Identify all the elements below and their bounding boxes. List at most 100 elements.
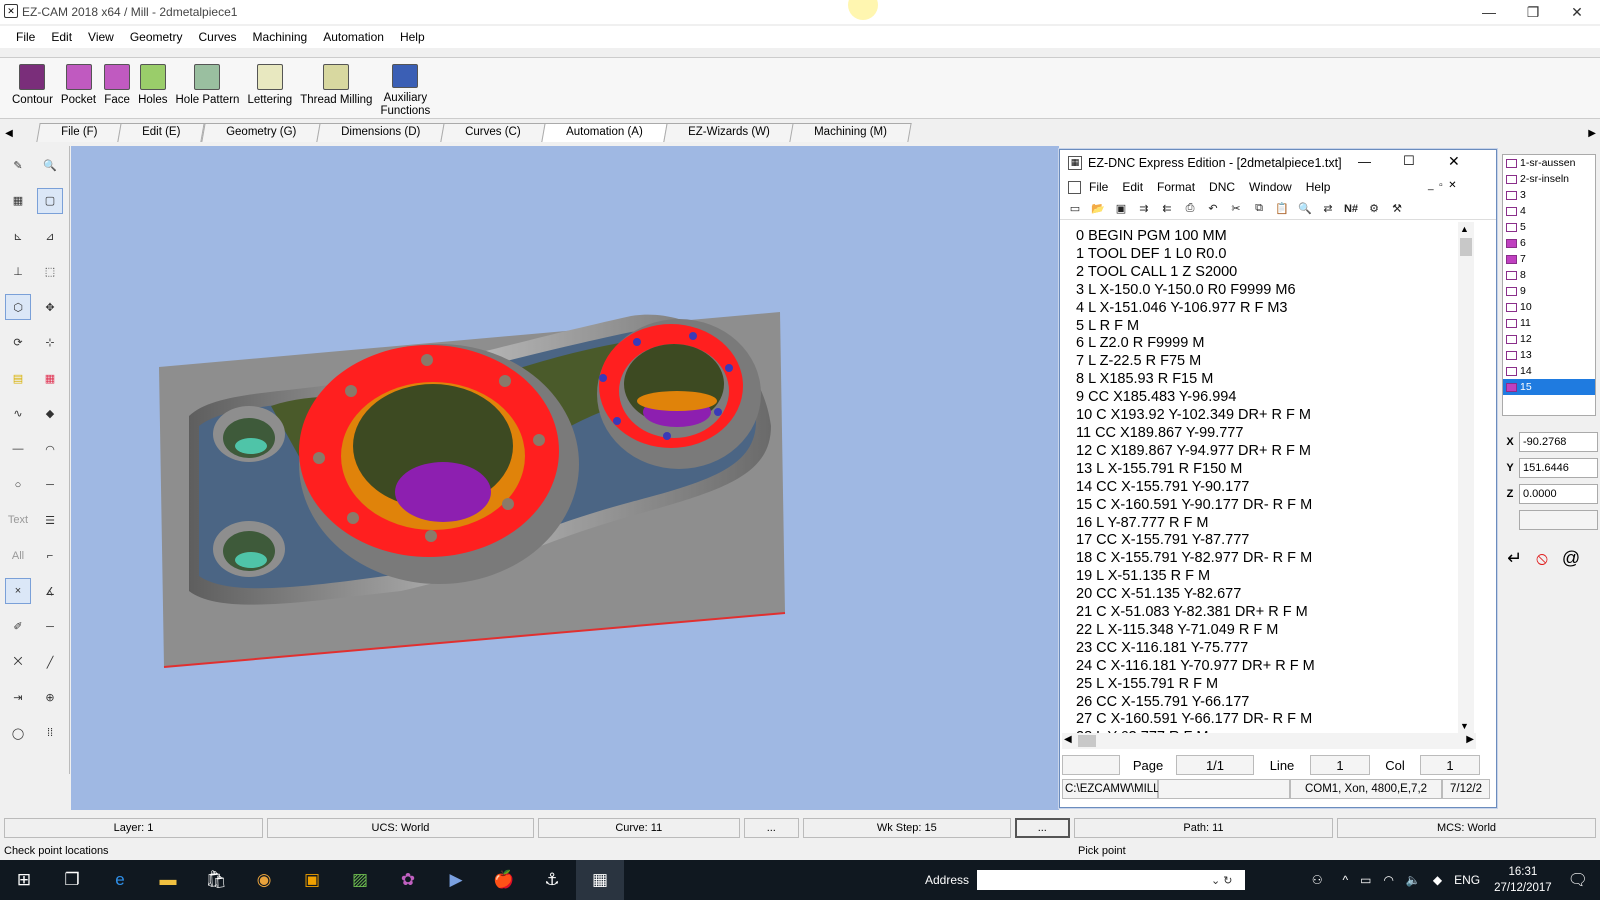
copy-icon[interactable]: ⧉ bbox=[1250, 201, 1268, 217]
tab-dimensions[interactable]: Dimensions (D) bbox=[316, 123, 445, 142]
undo-icon[interactable]: ↶ bbox=[1204, 201, 1222, 217]
solid-box-icon[interactable]: ⬡ bbox=[5, 294, 31, 320]
close-button[interactable]: ✕ bbox=[1554, 0, 1600, 24]
code-line[interactable]: 22 L X-115.348 Y-71.049 R F M bbox=[1076, 622, 1472, 640]
layer-item[interactable]: 1-sr-aussen bbox=[1503, 155, 1595, 171]
layer-item[interactable]: 14 bbox=[1503, 363, 1595, 379]
code-line[interactable]: 8 L X185.93 R F15 M bbox=[1076, 371, 1472, 389]
dnc-menu-edit[interactable]: Edit bbox=[1122, 180, 1143, 194]
dnc-menu-dnc[interactable]: DNC bbox=[1209, 180, 1235, 194]
ribbon-pocket-button[interactable]: Pocket bbox=[61, 58, 96, 118]
hline-icon[interactable]: ─ bbox=[37, 614, 63, 640]
layers-icon[interactable]: ▤ bbox=[5, 365, 31, 391]
layer-item[interactable]: 4 bbox=[1503, 203, 1595, 219]
menu-view[interactable]: View bbox=[80, 30, 122, 44]
code-line[interactable]: 13 L X-155.791 R F150 M bbox=[1076, 461, 1472, 479]
chrome-icon[interactable]: ◉ bbox=[240, 860, 288, 900]
view-frame-icon[interactable]: ▢ bbox=[37, 187, 63, 214]
all-icon[interactable]: All bbox=[5, 543, 31, 569]
layer-item[interactable]: 9 bbox=[1503, 283, 1595, 299]
code-line[interactable]: 25 L X-155.791 R F M bbox=[1076, 676, 1472, 694]
code-line[interactable]: 14 CC X-155.791 Y-90.177 bbox=[1076, 479, 1472, 497]
status-wkstep-more-button[interactable]: ... bbox=[1014, 818, 1070, 838]
arc-icon[interactable]: ◠ bbox=[37, 436, 63, 462]
code-horizontal-scrollbar[interactable]: ◀ ▶ bbox=[1062, 733, 1476, 749]
scroll-left-icon[interactable]: ◀ bbox=[1064, 734, 1072, 745]
code-line[interactable]: 7 L Z-22.5 R F75 M bbox=[1076, 353, 1472, 371]
code-line[interactable]: 3 L X-150.0 Y-150.0 R0 F9999 M6 bbox=[1076, 282, 1472, 300]
code-line[interactable]: 5 L R F M bbox=[1076, 318, 1472, 336]
menu-edit[interactable]: Edit bbox=[43, 30, 80, 44]
paste-icon[interactable]: 📋 bbox=[1273, 201, 1291, 217]
code-line[interactable]: 10 C X193.92 Y-102.349 DR+ R F M bbox=[1076, 407, 1472, 425]
tab-machining[interactable]: Machining (M) bbox=[789, 123, 912, 142]
tab-ez-wizards[interactable]: EZ-Wizards (W) bbox=[662, 123, 795, 142]
receive-icon[interactable]: ⇇ bbox=[1158, 201, 1176, 217]
layer-item[interactable]: 7 bbox=[1503, 251, 1595, 267]
circle-plus-icon[interactable]: ⊕ bbox=[37, 685, 63, 711]
code-line[interactable]: 27 C X-160.591 Y-66.177 DR- R F M bbox=[1076, 711, 1472, 729]
save-icon[interactable]: ▣ bbox=[1112, 201, 1130, 217]
code-line[interactable]: 26 CC X-155.791 Y-66.177 bbox=[1076, 694, 1472, 712]
code-line[interactable]: 20 CC X-51.135 Y-82.677 bbox=[1076, 586, 1472, 604]
text-tool-icon[interactable]: Text bbox=[5, 507, 31, 533]
replace-icon[interactable]: ⇄ bbox=[1319, 201, 1337, 217]
menu-geometry[interactable]: Geometry bbox=[122, 30, 191, 44]
scroll-right-icon[interactable]: ▶ bbox=[1466, 734, 1474, 745]
mesh-icon[interactable]: ⬚ bbox=[37, 259, 63, 285]
ribbon-contour-button[interactable]: Contour bbox=[12, 58, 53, 118]
dnc-menu-help[interactable]: Help bbox=[1306, 180, 1331, 194]
layer-item[interactable]: 12 bbox=[1503, 331, 1595, 347]
start-icon[interactable]: ⊞ bbox=[0, 860, 48, 900]
cut-icon[interactable]: ✂ bbox=[1227, 201, 1245, 217]
battery-icon[interactable]: ▭ bbox=[1360, 873, 1371, 887]
circle-icon[interactable]: ○ bbox=[5, 472, 31, 498]
axis-z-icon[interactable]: ⊿ bbox=[37, 223, 63, 249]
pen-icon[interactable]: ✐ bbox=[5, 614, 31, 640]
fill-icon[interactable]: ◆ bbox=[37, 401, 63, 427]
outlook-icon[interactable]: ▣ bbox=[288, 860, 336, 900]
dnc-maximize-button[interactable]: ☐ bbox=[1403, 153, 1415, 169]
minimize-button[interactable]: — bbox=[1466, 0, 1512, 24]
y-coord-field[interactable]: 151.6446 bbox=[1519, 458, 1598, 478]
people-icon[interactable]: ⚇ bbox=[1312, 873, 1323, 887]
spline-icon[interactable]: ∿ bbox=[5, 401, 31, 427]
code-line[interactable]: 23 CC X-116.181 Y-75.777 bbox=[1076, 640, 1472, 658]
scroll-up-icon[interactable]: ▲ bbox=[1460, 224, 1469, 234]
menu-automation[interactable]: Automation bbox=[315, 30, 392, 44]
line-icon[interactable]: — bbox=[5, 436, 31, 462]
wifi-icon[interactable]: ◠ bbox=[1383, 873, 1393, 887]
ribbon-auxiliary-functions-button[interactable]: Auxiliary Functions bbox=[380, 58, 430, 118]
3d-viewport[interactable] bbox=[71, 146, 1059, 810]
code-line[interactable]: 12 C X189.867 Y-94.977 DR+ R F M bbox=[1076, 443, 1472, 461]
code-line[interactable]: 11 CC X189.867 Y-99.777 bbox=[1076, 425, 1472, 443]
tab-edit[interactable]: Edit (E) bbox=[117, 123, 206, 142]
code-line[interactable]: 9 CC X185.483 Y-96.994 bbox=[1076, 389, 1472, 407]
layer-item[interactable]: 3 bbox=[1503, 187, 1595, 203]
trim-icon[interactable]: ⨉ bbox=[5, 649, 31, 675]
renumber-icon[interactable]: N# bbox=[1342, 201, 1360, 217]
code-line[interactable]: 21 C X-51.083 Y-82.381 DR+ R F M bbox=[1076, 604, 1472, 622]
code-line[interactable]: 18 C X-155.791 Y-82.977 DR- R F M bbox=[1076, 550, 1472, 568]
settings-icon[interactable]: ⚙ bbox=[1365, 201, 1383, 217]
angle-icon[interactable]: ∡ bbox=[37, 578, 63, 604]
tray-expand-icon[interactable]: ^ bbox=[1342, 873, 1348, 887]
at-icon[interactable]: @ bbox=[1562, 548, 1580, 569]
axis-x-icon[interactable]: ⊾ bbox=[5, 223, 31, 249]
axis-xy-icon[interactable]: ⊥ bbox=[5, 259, 31, 285]
code-line[interactable]: 19 L X-51.135 R F M bbox=[1076, 568, 1472, 586]
ez-dnc-window[interactable]: ▦ EZ-DNC Express Edition - [2dmetalpiece… bbox=[1059, 149, 1497, 808]
new-file-icon[interactable]: ▭ bbox=[1066, 201, 1084, 217]
open-folder-icon[interactable]: 📂 bbox=[1089, 201, 1107, 217]
layer-item[interactable]: 8 bbox=[1503, 267, 1595, 283]
file-explorer-icon[interactable]: ▬ bbox=[144, 860, 192, 900]
point-grid-icon[interactable]: ⁞⁞ bbox=[37, 720, 63, 746]
address-input[interactable] bbox=[977, 870, 1246, 890]
code-line[interactable]: 4 L X-151.046 Y-106.977 R F M3 bbox=[1076, 300, 1472, 318]
dash-icon[interactable]: ─ bbox=[37, 472, 63, 498]
layer-item[interactable]: 15 bbox=[1503, 379, 1595, 395]
point-icon[interactable]: × bbox=[5, 578, 31, 604]
status-curve-more-button[interactable]: ... bbox=[743, 818, 799, 838]
dnc-menu-file[interactable]: File bbox=[1089, 180, 1108, 194]
print-icon[interactable]: ⎙ bbox=[1181, 201, 1199, 217]
